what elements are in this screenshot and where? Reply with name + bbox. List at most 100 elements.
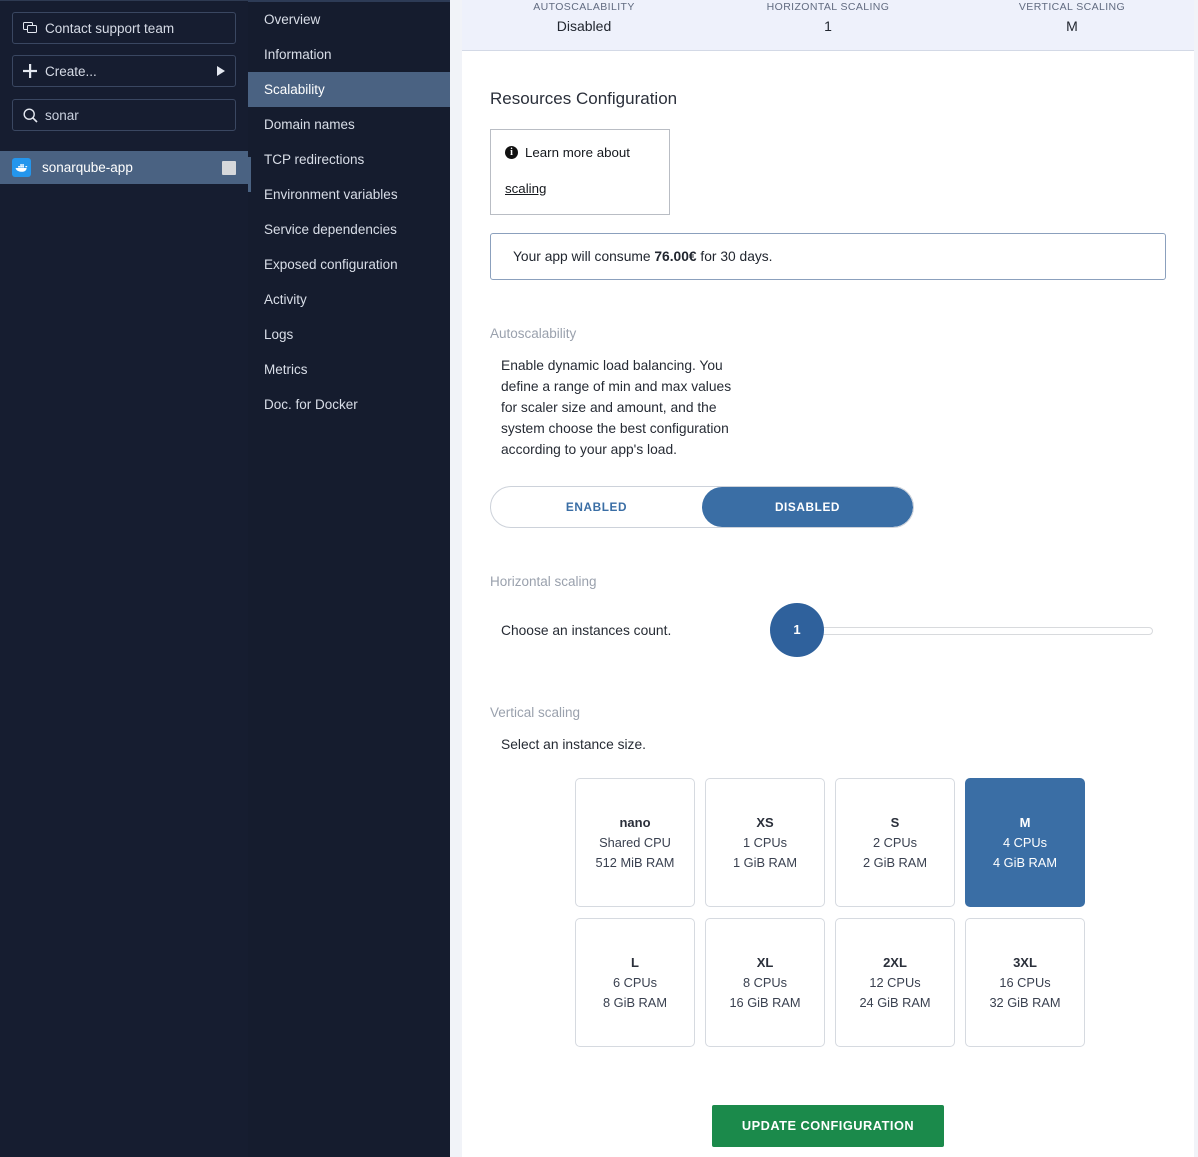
nav-item-label: Environment variables: [264, 187, 398, 202]
create-label: Create...: [45, 64, 217, 79]
instance-size-cpu: 12 CPUs: [869, 975, 920, 990]
main-content: AUTOSCALABILITYDisabledHORIZONTAL SCALIN…: [450, 0, 1198, 1157]
instance-size-cpu: 4 CPUs: [1003, 835, 1047, 850]
horizontal-scaling-group: Horizontal scaling Choose an instances c…: [490, 574, 1166, 659]
instance-size-card-xl[interactable]: XL8 CPUs16 GiB RAM: [705, 918, 825, 1047]
page-title: Resources Configuration: [490, 89, 1166, 109]
autoscalability-option-disabled[interactable]: DISABLED: [702, 487, 913, 527]
nav-item-activity[interactable]: Activity: [248, 282, 450, 317]
instance-size-card-xs[interactable]: XS 1 CPUs 1 GiB RAM: [705, 778, 825, 907]
stat-autoscalability: AUTOSCALABILITYDisabled: [462, 1, 706, 50]
left-sidebar: Contact support team Create...: [0, 0, 248, 1157]
app-name-label: sonarqube-app: [42, 160, 222, 175]
instance-size-name: L: [631, 955, 639, 970]
instance-size-name: XL: [757, 955, 774, 970]
instance-size-name: nano: [619, 815, 650, 830]
content-panel: AUTOSCALABILITYDisabledHORIZONTAL SCALIN…: [462, 0, 1194, 1157]
nav-list: Overview Information ScalabilityDomain nam…: [248, 2, 450, 422]
scaling-link[interactable]: scaling: [505, 180, 546, 198]
nav-sidebar: Overview Information ScalabilityDomain nam…: [248, 0, 450, 1157]
nav-item-label: Metrics: [264, 362, 308, 377]
panel-body: Resources Configuration i Learn more abo…: [462, 51, 1194, 1157]
nav-item-information[interactable]: Information: [248, 37, 450, 72]
stat-key: AUTOSCALABILITY: [462, 1, 706, 13]
nav-item-label: Information: [264, 47, 332, 62]
nav-item-overview[interactable]: Overview: [248, 2, 450, 37]
nav-item-scalability[interactable]: Scalability: [248, 72, 450, 107]
instance-size-card-s[interactable]: S2 CPUs2 GiB RAM: [835, 778, 955, 907]
app-search-box[interactable]: [12, 99, 236, 131]
instance-size-card-2xl[interactable]: 2XL 12 CPUs 24 GiB RAM: [835, 918, 955, 1047]
docker-icon: [12, 158, 31, 177]
nav-item-service-dependencies[interactable]: Service dependencies: [248, 212, 450, 247]
create-button[interactable]: Create...: [12, 55, 236, 87]
instance-size-card-nano[interactable]: nanoShared CPU512 MiB RAM: [575, 778, 695, 907]
stat-value: M: [950, 18, 1194, 34]
autoscalability-toggle[interactable]: ENABLEDDISABLED: [490, 486, 914, 528]
slider-track[interactable]: [814, 627, 1153, 635]
search-input[interactable]: [45, 108, 225, 123]
instances-slider[interactable]: 1: [770, 603, 1166, 659]
instance-size-cpu: 16 CPUs: [999, 975, 1050, 990]
instance-size-ram: 512 MiB RAM: [596, 855, 675, 870]
instance-size-cpu: 1 CPUs: [743, 835, 787, 850]
nav-item-label: Exposed configuration: [264, 257, 398, 272]
nav-item-label: Activity: [264, 292, 307, 307]
instance-size-card-m[interactable]: M4 CPUs4 GiB RAM: [965, 778, 1085, 907]
horizontal-scaling-label: Horizontal scaling: [490, 574, 1166, 589]
stat-vertical-scaling: VERTICAL SCALING M: [950, 1, 1194, 50]
app-status-square: [222, 161, 236, 175]
instance-size-ram: 16 GiB RAM: [729, 995, 800, 1010]
instance-size-name: M: [1020, 815, 1031, 830]
autoscalability-option-enabled[interactable]: ENABLED: [491, 487, 702, 527]
stat-key: VERTICAL SCALING: [950, 1, 1194, 13]
nav-item-label: Service dependencies: [264, 222, 397, 237]
consumption-suffix: for 30 days.: [697, 249, 773, 264]
stats-bar: AUTOSCALABILITYDisabledHORIZONTAL SCALIN…: [462, 0, 1194, 51]
consumption-amount: 76.00€: [654, 249, 696, 264]
instance-size-name: 2XL: [883, 955, 907, 970]
instance-size-row: L6 CPUs8 GiB RAMXL8 CPUs16 GiB RAM2XL12 …: [575, 918, 1166, 1047]
submit-row: UPDATE CONFIGURATION: [490, 1105, 1166, 1157]
nav-item-label: Overview: [264, 12, 320, 27]
chat-bubble-icon: [23, 22, 45, 35]
instance-size-name: S: [891, 815, 900, 830]
vertical-scaling-group: Vertical scaling Select an instance size…: [490, 705, 1166, 1047]
contact-support-button[interactable]: Contact support team: [12, 12, 236, 44]
instance-size-ram: 24 GiB RAM: [859, 995, 930, 1010]
stat-key: HORIZONTAL SCALING: [706, 1, 950, 13]
nav-item-tcp-redirections[interactable]: TCP redirections: [248, 142, 450, 177]
autoscalability-description: Enable dynamic load balancing. You defin…: [490, 356, 738, 461]
nav-item-metrics[interactable]: Metrics: [248, 352, 450, 387]
instance-size-ram: 32 GiB RAM: [989, 995, 1060, 1010]
nav-item-exposed-configuration[interactable]: Exposed configuration: [248, 247, 450, 282]
nav-item-domain-names[interactable]: Domain names: [248, 107, 450, 142]
consumption-alert: Your app will consume 76.00€ for 30 days…: [490, 233, 1166, 280]
instance-size-name: 3XL: [1013, 955, 1037, 970]
nav-item-logs[interactable]: Logs: [248, 317, 450, 352]
instance-size-name: XS: [756, 815, 773, 830]
instance-size-cpu: 6 CPUs: [613, 975, 657, 990]
instance-size-card-l[interactable]: L6 CPUs8 GiB RAM: [575, 918, 695, 1047]
search-icon: [23, 108, 45, 123]
stat-value: 1: [706, 18, 950, 34]
nav-item-environment-variables[interactable]: Environment variables: [248, 177, 450, 212]
autoscalability-group: Autoscalability Enable dynamic load bala…: [490, 326, 1166, 528]
instance-size-card-3xl[interactable]: 3XL 16 CPUs 32 GiB RAM: [965, 918, 1085, 1047]
instance-size-row: nanoShared CPU512 MiB RAM XS 1 CPUs 1 GiB R…: [575, 778, 1166, 907]
nav-item-label: Logs: [264, 327, 293, 342]
app-list-item-sonarqube[interactable]: sonarqube-app: [0, 151, 248, 184]
nav-item-label: Doc. for Docker: [264, 397, 358, 412]
vertical-scaling-label: Vertical scaling: [490, 705, 1166, 720]
update-configuration-button[interactable]: UPDATE CONFIGURATION: [712, 1105, 944, 1147]
instance-size-ram: 1 GiB RAM: [733, 855, 797, 870]
nav-item-doc-for-docker[interactable]: Doc. for Docker: [248, 387, 450, 422]
horizontal-scaling-description: Choose an instances count.: [490, 623, 770, 638]
stat-horizontal-scaling: HORIZONTAL SCALING 1: [706, 1, 950, 50]
learn-more-box: i Learn more about scaling: [490, 129, 670, 215]
caret-right-icon: [217, 66, 225, 76]
nav-active-edge: [248, 157, 251, 192]
slider-thumb[interactable]: 1: [770, 603, 824, 657]
instance-size-cpu: 2 CPUs: [873, 835, 917, 850]
learn-more-text: Learn more about: [525, 144, 630, 162]
